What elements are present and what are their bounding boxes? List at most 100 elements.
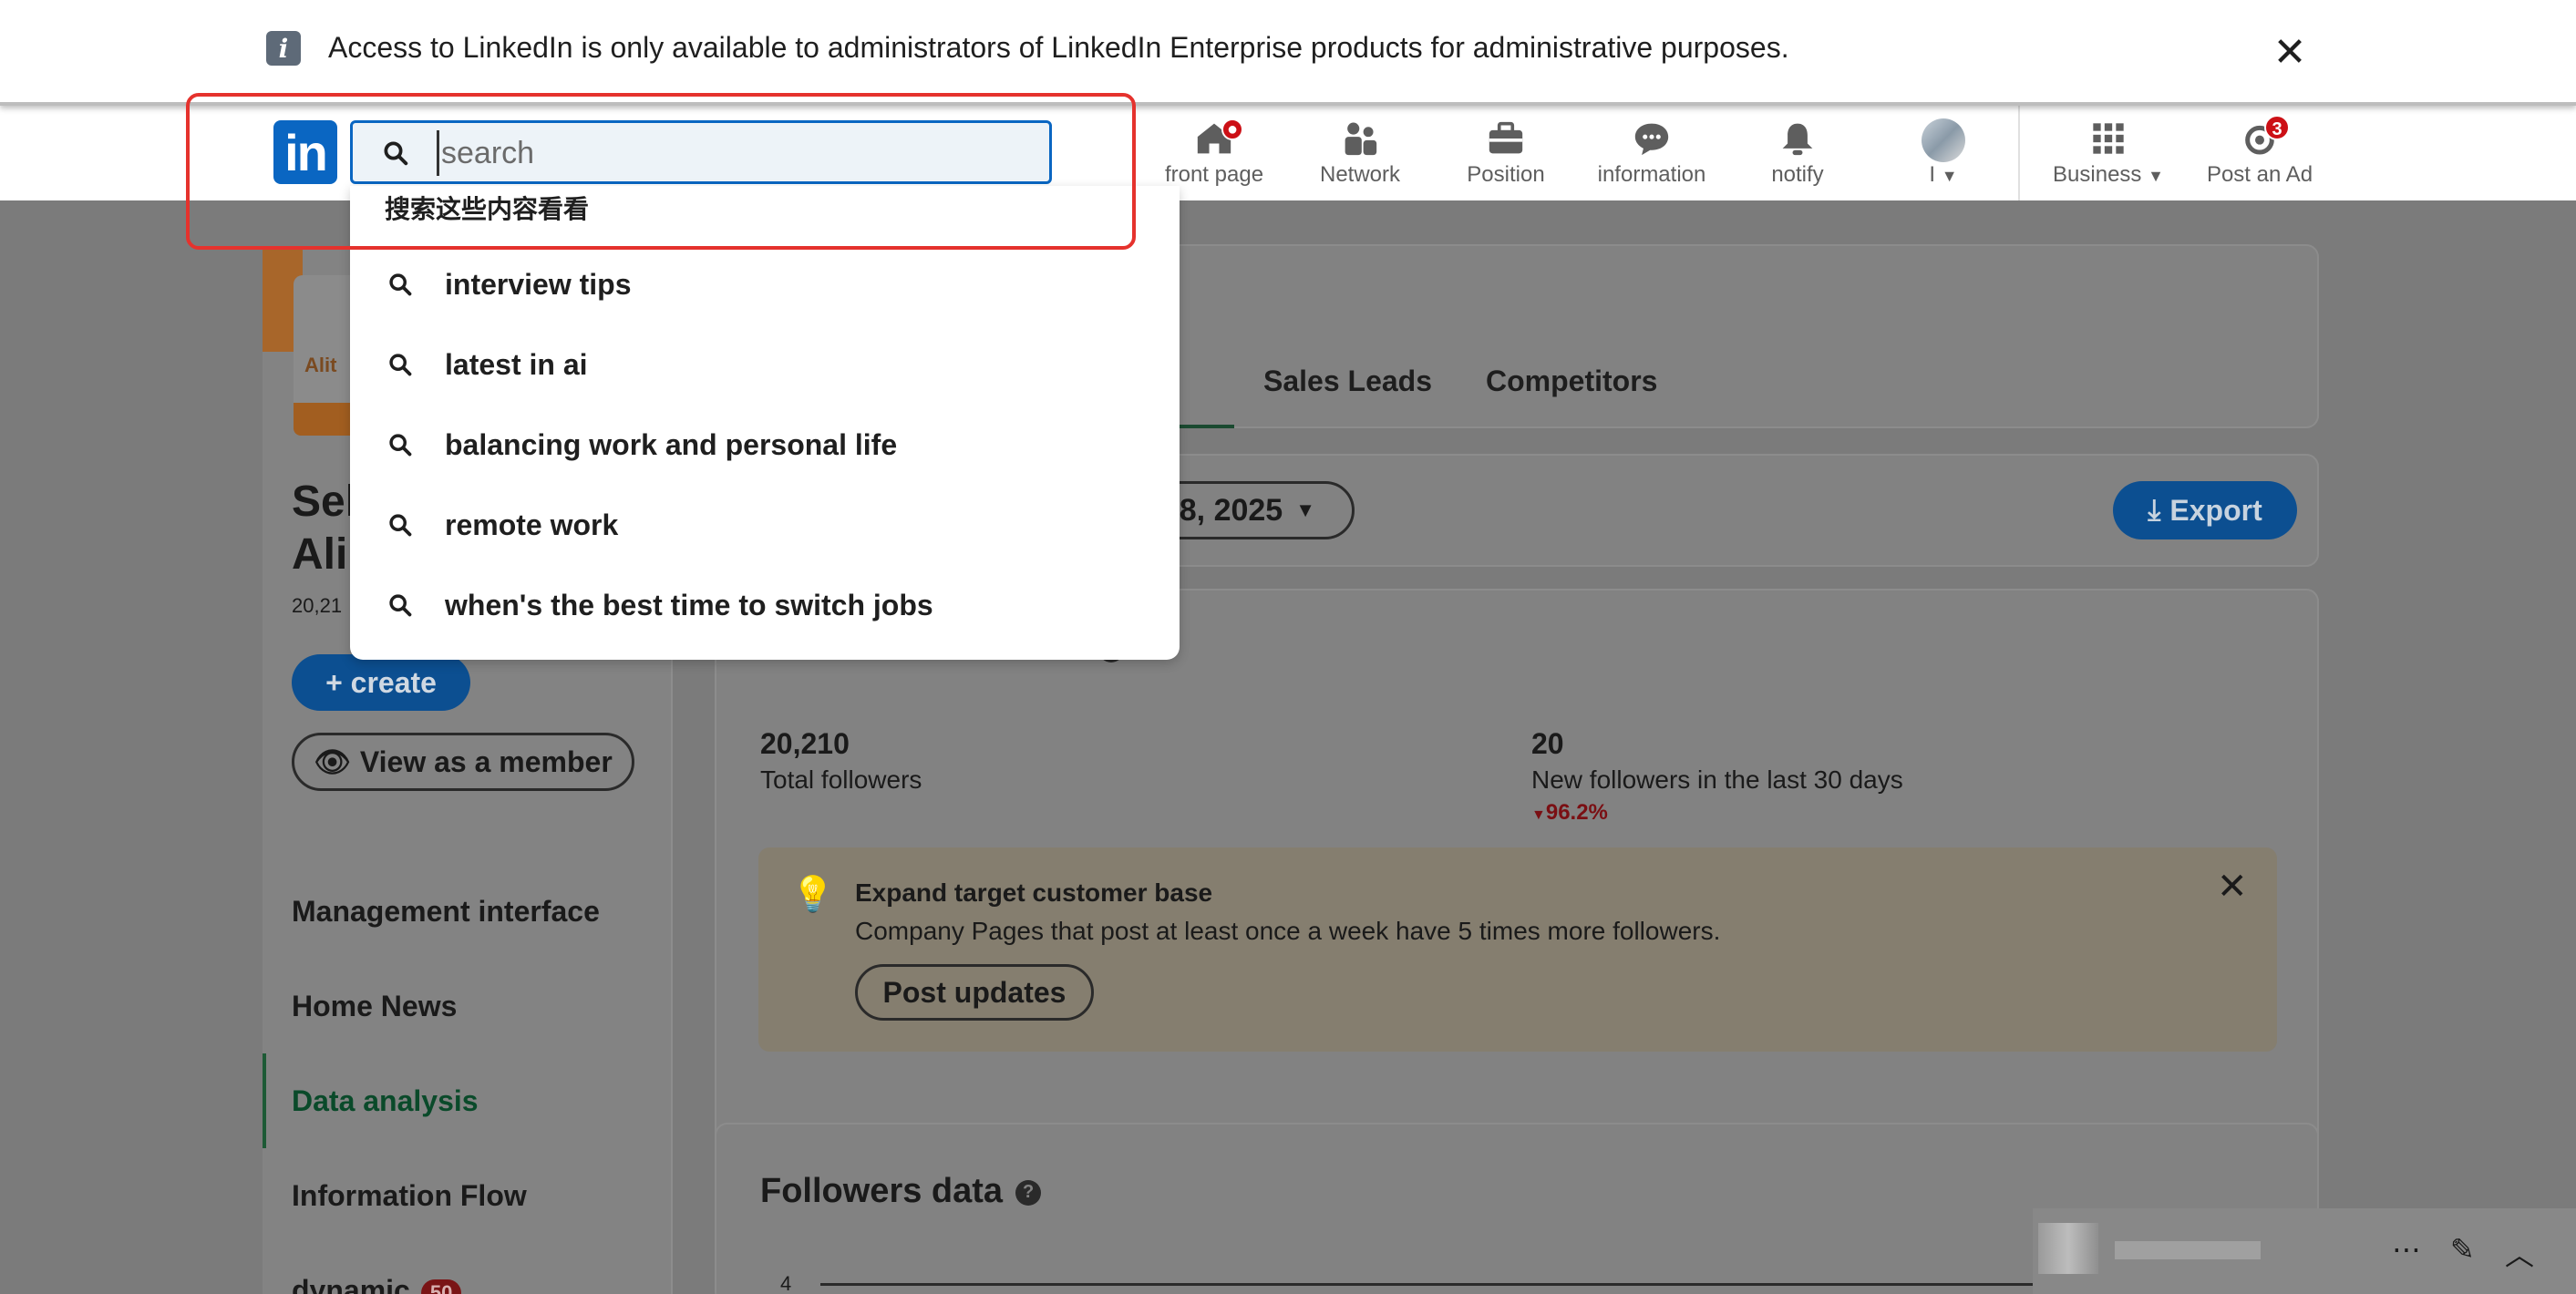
followers-data-title-text: Followers data bbox=[760, 1172, 1004, 1210]
nav-jobs[interactable]: Position bbox=[1451, 115, 1561, 197]
new-followers-change-value: 96.2% bbox=[1545, 800, 1608, 825]
search-icon bbox=[384, 141, 408, 166]
new-followers-label: New followers in the last 30 days bbox=[1531, 765, 1903, 794]
nav-divider bbox=[2018, 106, 2020, 200]
followers-count: 20,21 bbox=[292, 594, 343, 617]
nav-home[interactable]: ● front page bbox=[1150, 115, 1278, 197]
chevron-down-icon: ▼ bbox=[2148, 167, 2164, 185]
suggestion-item[interactable]: when's the best time to switch jobs bbox=[350, 569, 1180, 642]
arrow-down-icon: ▼ bbox=[1531, 807, 1546, 823]
more-icon[interactable]: ⋯ bbox=[2392, 1232, 2421, 1267]
sidebar-item-data-analysis[interactable]: Data analysis bbox=[292, 1084, 479, 1118]
nav-me[interactable]: I ▼ bbox=[1898, 115, 1989, 197]
dynamic-count-badge: 50 bbox=[420, 1279, 462, 1294]
close-icon[interactable]: ✕ bbox=[2217, 866, 2248, 908]
sidebar-item-information-flow[interactable]: Information Flow bbox=[292, 1179, 527, 1213]
notice-bar: i Access to LinkedIn is only available t… bbox=[0, 0, 2576, 106]
suggestion-text: when's the best time to switch jobs bbox=[445, 588, 933, 621]
total-followers-value: 20,210 bbox=[760, 727, 850, 760]
search-icon bbox=[350, 352, 438, 377]
sidebar-item-dynamic[interactable]: dynamic 50 bbox=[292, 1274, 462, 1294]
sidebar-item-dynamic-label: dynamic bbox=[292, 1274, 410, 1294]
post-ad-badge: 3 bbox=[2264, 115, 2290, 140]
search-box[interactable] bbox=[350, 120, 1052, 184]
tab-competitors[interactable]: Competitors bbox=[1486, 365, 1657, 398]
followers-data-title: Followers data? bbox=[760, 1172, 1042, 1211]
suggestion-text: balancing work and personal life bbox=[445, 427, 898, 461]
compose-icon[interactable]: ✎ bbox=[2450, 1232, 2475, 1267]
bell-icon bbox=[1743, 115, 1852, 162]
home-icon: ● bbox=[1150, 115, 1278, 162]
new-followers-change: ▼96.2% bbox=[1531, 800, 1608, 826]
nav-business-text: Business bbox=[2053, 162, 2142, 187]
suggestion-text: interview tips bbox=[445, 267, 632, 301]
export-label: Export bbox=[2169, 493, 2262, 527]
suggestion-item[interactable]: interview tips bbox=[350, 248, 1180, 321]
message-icon bbox=[1588, 115, 1716, 162]
export-button[interactable]: ⤓ Export bbox=[2113, 481, 2297, 539]
nav-jobs-label: Position bbox=[1467, 162, 1545, 187]
company-logo-text: Alit bbox=[304, 354, 337, 376]
download-icon: ⤓ bbox=[2148, 493, 2161, 526]
search-icon bbox=[350, 272, 438, 297]
nav-home-label: front page bbox=[1164, 162, 1264, 187]
nav-business-label: Business ▼ bbox=[2040, 162, 2177, 188]
info-icon: i bbox=[266, 31, 301, 66]
total-followers-label: Total followers bbox=[760, 765, 922, 794]
close-icon[interactable]: ✕ bbox=[2272, 33, 2308, 73]
ad-icon: 3 bbox=[2191, 115, 2328, 162]
nav-me-label: I ▼ bbox=[1898, 162, 1989, 188]
sidebar-item-management[interactable]: Management interface bbox=[292, 895, 600, 929]
suggestion-item[interactable]: remote work bbox=[350, 488, 1180, 561]
nav-business[interactable]: Business ▼ bbox=[2040, 115, 2177, 197]
suggestion-item[interactable]: balancing work and personal life bbox=[350, 408, 1180, 481]
avatar bbox=[1898, 115, 1989, 162]
lightbulb-icon: 💡 bbox=[791, 876, 835, 914]
notice-text: Access to LinkedIn is only available to … bbox=[328, 31, 1789, 64]
nav-network[interactable]: Network bbox=[1305, 115, 1415, 197]
briefcase-icon bbox=[1451, 115, 1561, 162]
date-range-label: 18, 2025 bbox=[1161, 492, 1283, 528]
nav-notifications[interactable]: notify bbox=[1743, 115, 1852, 197]
nav-network-label: Network bbox=[1319, 162, 1401, 187]
axis-tick: 4 bbox=[780, 1272, 792, 1294]
create-button[interactable]: + create bbox=[292, 654, 470, 711]
nav-messaging-label: information bbox=[1597, 162, 1706, 187]
search-icon bbox=[350, 592, 438, 618]
notification-dot: ● bbox=[1221, 118, 1243, 140]
messaging-name bbox=[2115, 1241, 2261, 1259]
network-icon bbox=[1305, 115, 1415, 162]
nav-notifications-label: notify bbox=[1771, 162, 1824, 187]
avatar bbox=[2038, 1223, 2098, 1274]
new-followers-value: 20 bbox=[1531, 727, 1564, 760]
nav-post-ad-label: Post an Ad bbox=[2206, 162, 2313, 187]
view-as-member-button[interactable]: 👁 View as a member bbox=[292, 733, 634, 791]
chevron-down-icon: ▼ bbox=[1295, 498, 1315, 521]
tip-card: 💡 Expand target customer base Company Pa… bbox=[758, 847, 2277, 1052]
nav-messaging[interactable]: information bbox=[1588, 115, 1716, 197]
nav-me-text: I bbox=[1929, 162, 1936, 187]
suggestion-text: latest in ai bbox=[445, 347, 588, 381]
tab-sales-leads[interactable]: Sales Leads bbox=[1263, 365, 1432, 398]
sidebar-item-home-news[interactable]: Home News bbox=[292, 990, 457, 1023]
chevron-up-icon[interactable]: ︿ bbox=[2505, 1232, 2534, 1274]
tip-title: Expand target customer base bbox=[855, 878, 1213, 907]
grid-icon bbox=[2040, 115, 2177, 162]
search-icon bbox=[350, 432, 438, 457]
help-icon[interactable]: ? bbox=[1015, 1179, 1042, 1206]
post-updates-button[interactable]: Post updates bbox=[855, 964, 1094, 1021]
nav-post-ad[interactable]: 3 Post an Ad bbox=[2191, 115, 2328, 197]
search-input[interactable] bbox=[437, 130, 1029, 176]
eye-icon: 👁 bbox=[314, 745, 351, 778]
linkedin-logo[interactable]: in bbox=[273, 120, 337, 184]
active-indicator bbox=[263, 1053, 266, 1148]
chart-axis bbox=[820, 1283, 2042, 1286]
tip-body: Company Pages that post at least once a … bbox=[855, 917, 1721, 945]
suggestion-text: remote work bbox=[445, 508, 619, 541]
search-suggestions-dropdown: 搜索这些内容看看 interview tips latest in ai bal… bbox=[350, 186, 1180, 660]
view-as-member-label: View as a member bbox=[359, 745, 613, 778]
search-icon bbox=[350, 512, 438, 538]
chevron-down-icon: ▼ bbox=[1941, 167, 1958, 185]
suggestion-item[interactable]: latest in ai bbox=[350, 328, 1180, 401]
suggestions-heading: 搜索这些内容看看 bbox=[385, 194, 590, 224]
